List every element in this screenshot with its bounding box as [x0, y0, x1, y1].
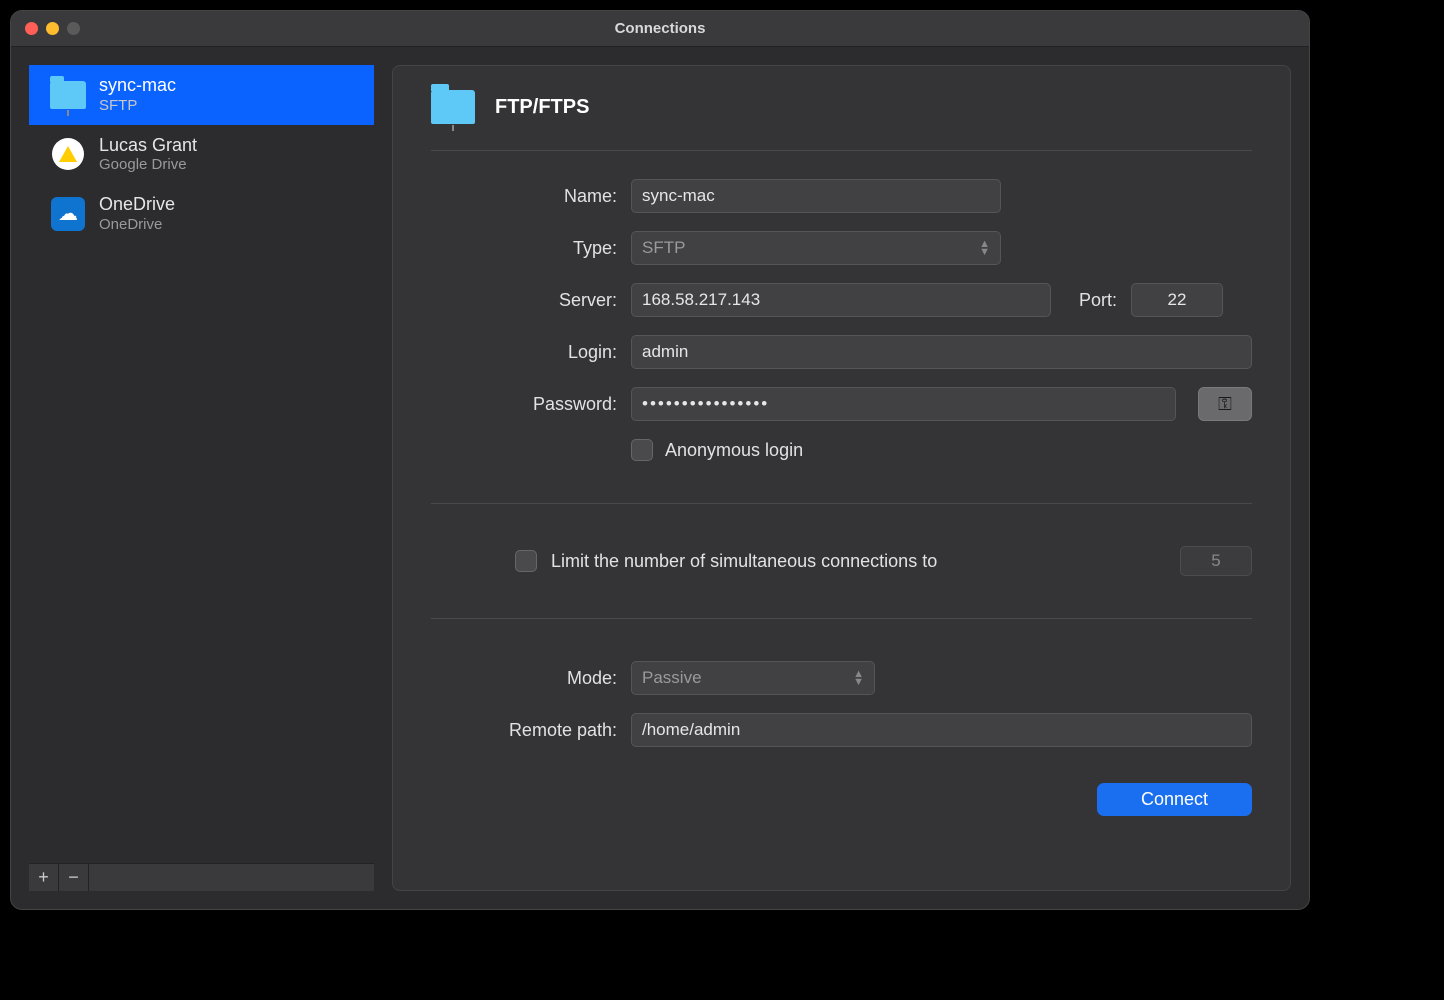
- remove-connection-button[interactable]: −: [59, 864, 89, 891]
- sidebar-item-lucas-grant[interactable]: Lucas Grant Google Drive: [29, 125, 374, 185]
- row-remote-path: Remote path:: [431, 713, 1252, 747]
- label-limit: Limit the number of simultaneous connect…: [551, 551, 937, 572]
- folder-network-icon: [431, 90, 475, 124]
- mode-select[interactable]: Passive ▲▼: [631, 661, 875, 695]
- key-button[interactable]: ⚿: [1198, 387, 1252, 421]
- titlebar: Connections: [11, 11, 1309, 47]
- label-type: Type:: [431, 238, 617, 259]
- select-arrows-icon: ▲▼: [853, 670, 864, 686]
- divider: [431, 150, 1252, 151]
- type-select[interactable]: SFTP ▲▼: [631, 231, 1001, 265]
- limit-checkbox[interactable]: [515, 550, 537, 572]
- sidebar-item-sync-mac[interactable]: sync-mac SFTP: [29, 65, 374, 125]
- row-password: Password: ⚿: [431, 387, 1252, 421]
- sidebar-footer: + −: [29, 863, 374, 891]
- label-port: Port:: [1079, 290, 1117, 311]
- sidebar-item-text: sync-mac SFTP: [99, 75, 176, 115]
- anonymous-checkbox[interactable]: [631, 439, 653, 461]
- limit-field[interactable]: [1180, 546, 1252, 576]
- password-field[interactable]: [631, 387, 1176, 421]
- sidebar: sync-mac SFTP Lucas Grant Google Drive: [29, 65, 374, 891]
- sidebar-item-name: OneDrive: [99, 194, 175, 216]
- label-name: Name:: [431, 186, 617, 207]
- login-field[interactable]: [631, 335, 1252, 369]
- port-field[interactable]: [1131, 283, 1223, 317]
- label-remote-path: Remote path:: [431, 720, 617, 741]
- sidebar-item-subtitle: OneDrive: [99, 216, 175, 234]
- anonymous-check-row: Anonymous login: [631, 439, 803, 461]
- row-limit: Limit the number of simultaneous connect…: [431, 546, 1252, 576]
- label-mode: Mode:: [431, 668, 617, 689]
- panel-title: FTP/FTPS: [495, 96, 589, 119]
- name-field[interactable]: [631, 179, 1001, 213]
- onedrive-icon: ☁: [49, 195, 87, 233]
- row-mode: Mode: Passive ▲▼: [431, 661, 1252, 695]
- add-connection-button[interactable]: +: [29, 864, 59, 891]
- key-icon: ⚿: [1218, 394, 1232, 415]
- row-connect: Connect: [431, 783, 1252, 816]
- window-body: sync-mac SFTP Lucas Grant Google Drive: [11, 47, 1309, 909]
- type-select-value: SFTP: [642, 238, 685, 258]
- divider: [431, 618, 1252, 619]
- connect-button[interactable]: Connect: [1097, 783, 1252, 816]
- row-login: Login:: [431, 335, 1252, 369]
- label-server: Server:: [431, 290, 617, 311]
- server-field[interactable]: [631, 283, 1051, 317]
- row-anonymous: Anonymous login: [431, 439, 1252, 461]
- label-password: Password:: [431, 394, 617, 415]
- divider: [431, 503, 1252, 504]
- sidebar-item-name: sync-mac: [99, 75, 176, 97]
- sidebar-item-text: Lucas Grant Google Drive: [99, 135, 197, 175]
- row-server: Server: Port:: [431, 283, 1252, 317]
- row-type: Type: SFTP ▲▼: [431, 231, 1252, 265]
- remote-path-field[interactable]: [631, 713, 1252, 747]
- connection-list: sync-mac SFTP Lucas Grant Google Drive: [29, 65, 374, 863]
- gdrive-icon: [49, 135, 87, 173]
- connections-window: Connections sync-mac SFTP: [10, 10, 1310, 910]
- sidebar-item-name: Lucas Grant: [99, 135, 197, 157]
- detail-panel: FTP/FTPS Name: Type: SFTP ▲▼ Server:: [392, 65, 1291, 891]
- sidebar-item-subtitle: SFTP: [99, 97, 176, 115]
- window-title: Connections: [11, 20, 1309, 37]
- panel-header: FTP/FTPS: [431, 90, 1252, 144]
- folder-network-icon: [49, 76, 87, 114]
- sidebar-item-subtitle: Google Drive: [99, 156, 197, 174]
- sidebar-item-onedrive[interactable]: ☁ OneDrive OneDrive: [29, 184, 374, 244]
- form: Name: Type: SFTP ▲▼ Server: Port:: [431, 179, 1252, 816]
- label-login: Login:: [431, 342, 617, 363]
- row-name: Name:: [431, 179, 1252, 213]
- select-arrows-icon: ▲▼: [979, 240, 990, 256]
- label-anonymous: Anonymous login: [665, 440, 803, 461]
- mode-select-value: Passive: [642, 668, 702, 688]
- sidebar-item-text: OneDrive OneDrive: [99, 194, 175, 234]
